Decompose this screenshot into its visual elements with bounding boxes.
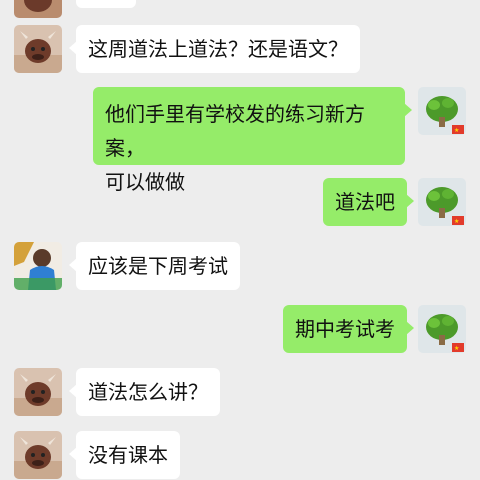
person-avatar[interactable] — [14, 242, 62, 290]
plant-avatar[interactable]: ★ — [418, 305, 466, 353]
cow-avatar[interactable] — [14, 0, 62, 18]
message-text: 道法吧 — [335, 190, 395, 214]
message-text: 期中考试考 — [295, 317, 395, 341]
message-text: 没有课本 — [88, 443, 168, 467]
cow-avatar[interactable] — [14, 25, 62, 73]
message-bubble[interactable]: 这周道法上道法？还是语文？ — [69, 25, 360, 73]
message-text: 应该是下周考试 — [88, 254, 228, 278]
message-bubble[interactable]: 道法怎么讲？ — [69, 368, 220, 416]
message-bubble[interactable]: 没有课本 — [69, 431, 180, 479]
chat-window: 这周道法上道法？还是语文？ 他们手里有学校发的练习新方案， 可以做做 ★ 道法吧… — [0, 0, 480, 480]
svg-text:★: ★ — [454, 345, 459, 352]
message-bubble[interactable]: 应该是下周考试 — [69, 242, 240, 290]
partial-bubble[interactable] — [76, 0, 136, 8]
message-text: 道法怎么讲？ — [88, 380, 208, 404]
svg-text:★: ★ — [454, 218, 459, 225]
cow-avatar[interactable] — [14, 431, 62, 479]
plant-avatar[interactable]: ★ — [418, 87, 466, 135]
message-bubble[interactable]: 期中考试考 — [283, 305, 414, 353]
plant-avatar[interactable]: ★ — [418, 178, 466, 226]
message-bubble[interactable]: 道法吧 — [323, 178, 414, 226]
svg-text:★: ★ — [454, 127, 459, 134]
message-text-line: 他们手里有学校发的练习新方案， — [105, 102, 365, 160]
message-text: 这周道法上道法？还是语文？ — [88, 37, 348, 61]
message-bubble[interactable]: 他们手里有学校发的练习新方案， 可以做做 — [93, 87, 412, 194]
cow-avatar[interactable] — [14, 368, 62, 416]
